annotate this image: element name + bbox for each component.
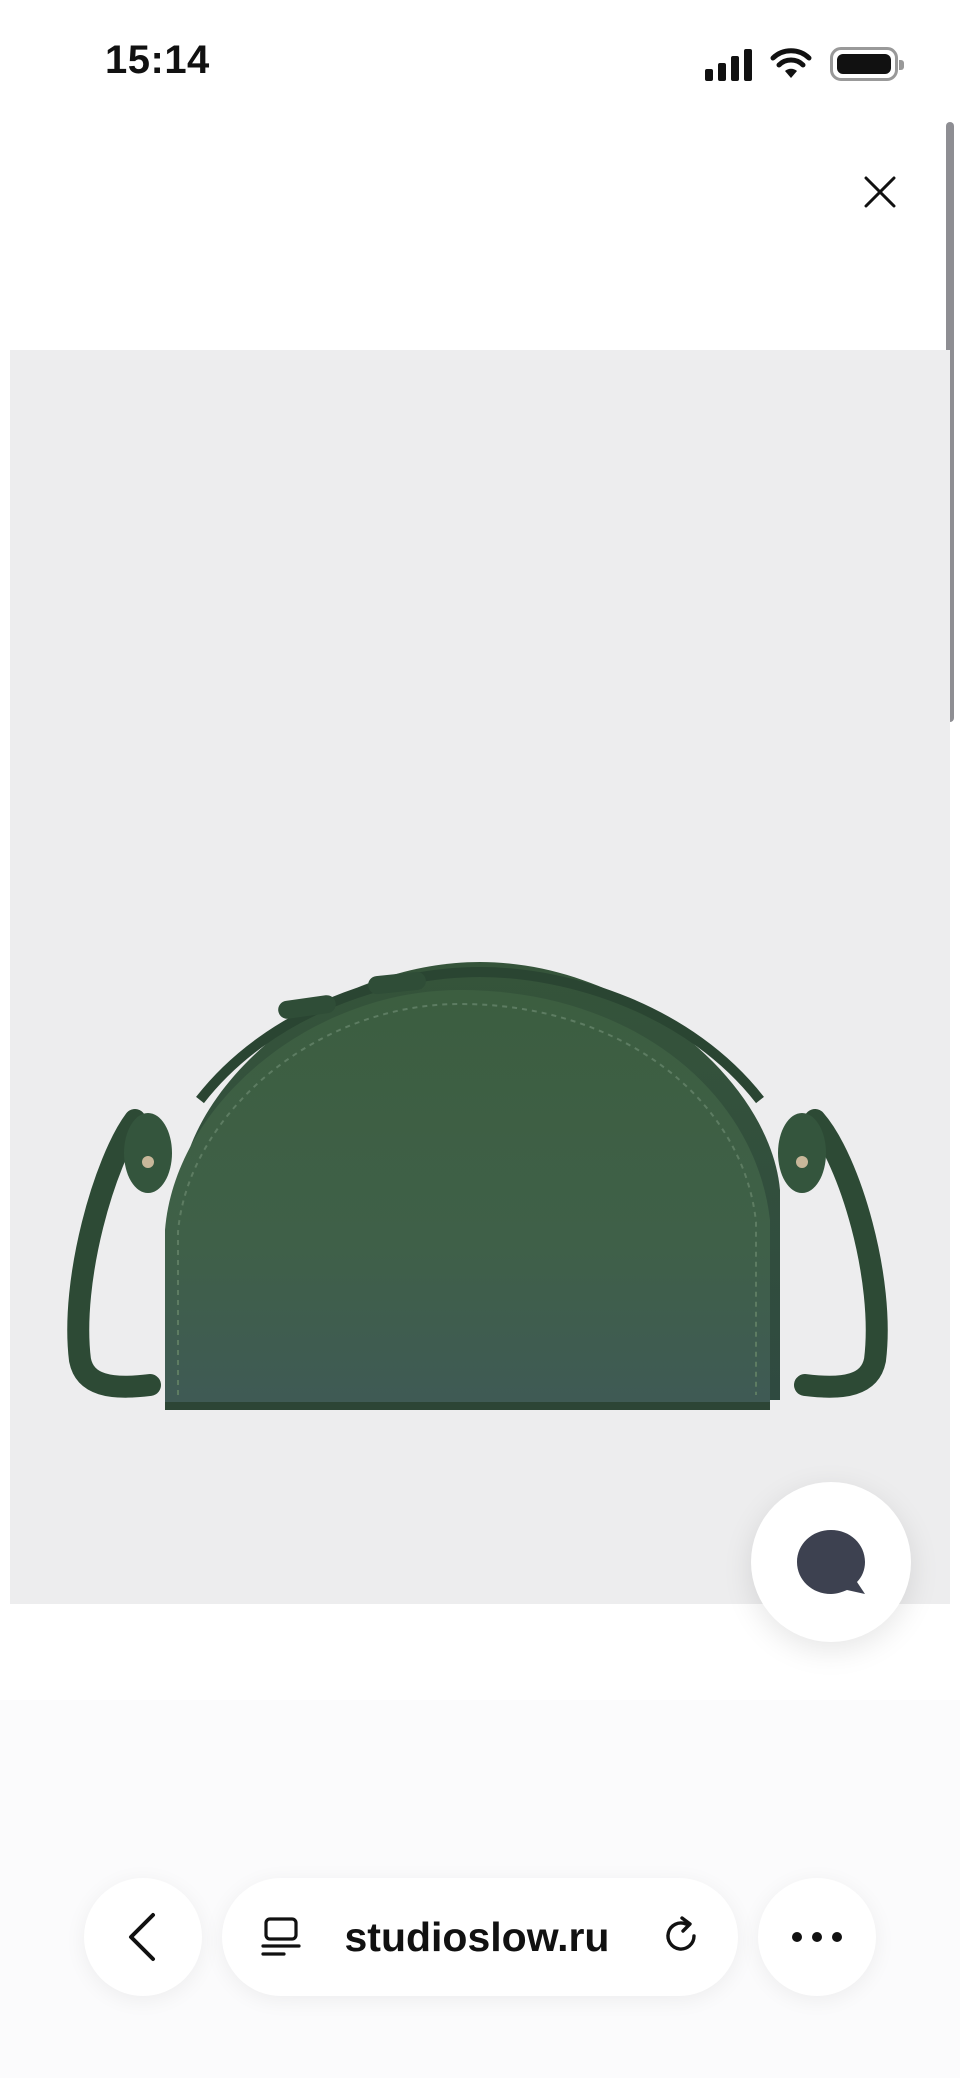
url-text[interactable]: studioslow.ru [322, 1916, 632, 1958]
bag-image [67, 962, 888, 1410]
wifi-icon [770, 48, 812, 78]
status-bar: 15:14 [0, 0, 960, 130]
more-dots-icon [792, 1932, 842, 1942]
close-icon [864, 176, 896, 208]
more-button[interactable] [758, 1878, 876, 1996]
chat-button[interactable] [751, 1482, 911, 1642]
page-reader-icon[interactable] [260, 1916, 302, 1958]
address-bar[interactable]: studioslow.ru [222, 1878, 738, 1996]
chat-bubble-icon [797, 1530, 865, 1594]
chevron-left-icon [129, 1913, 155, 1961]
status-icons [705, 44, 904, 84]
reload-icon[interactable] [660, 1914, 704, 1958]
status-time: 15:14 [105, 38, 210, 82]
cellular-signal-icon [705, 47, 752, 81]
product-image[interactable] [10, 350, 950, 1604]
battery-icon [830, 47, 904, 81]
back-button[interactable] [84, 1878, 202, 1996]
close-button[interactable] [858, 170, 902, 214]
